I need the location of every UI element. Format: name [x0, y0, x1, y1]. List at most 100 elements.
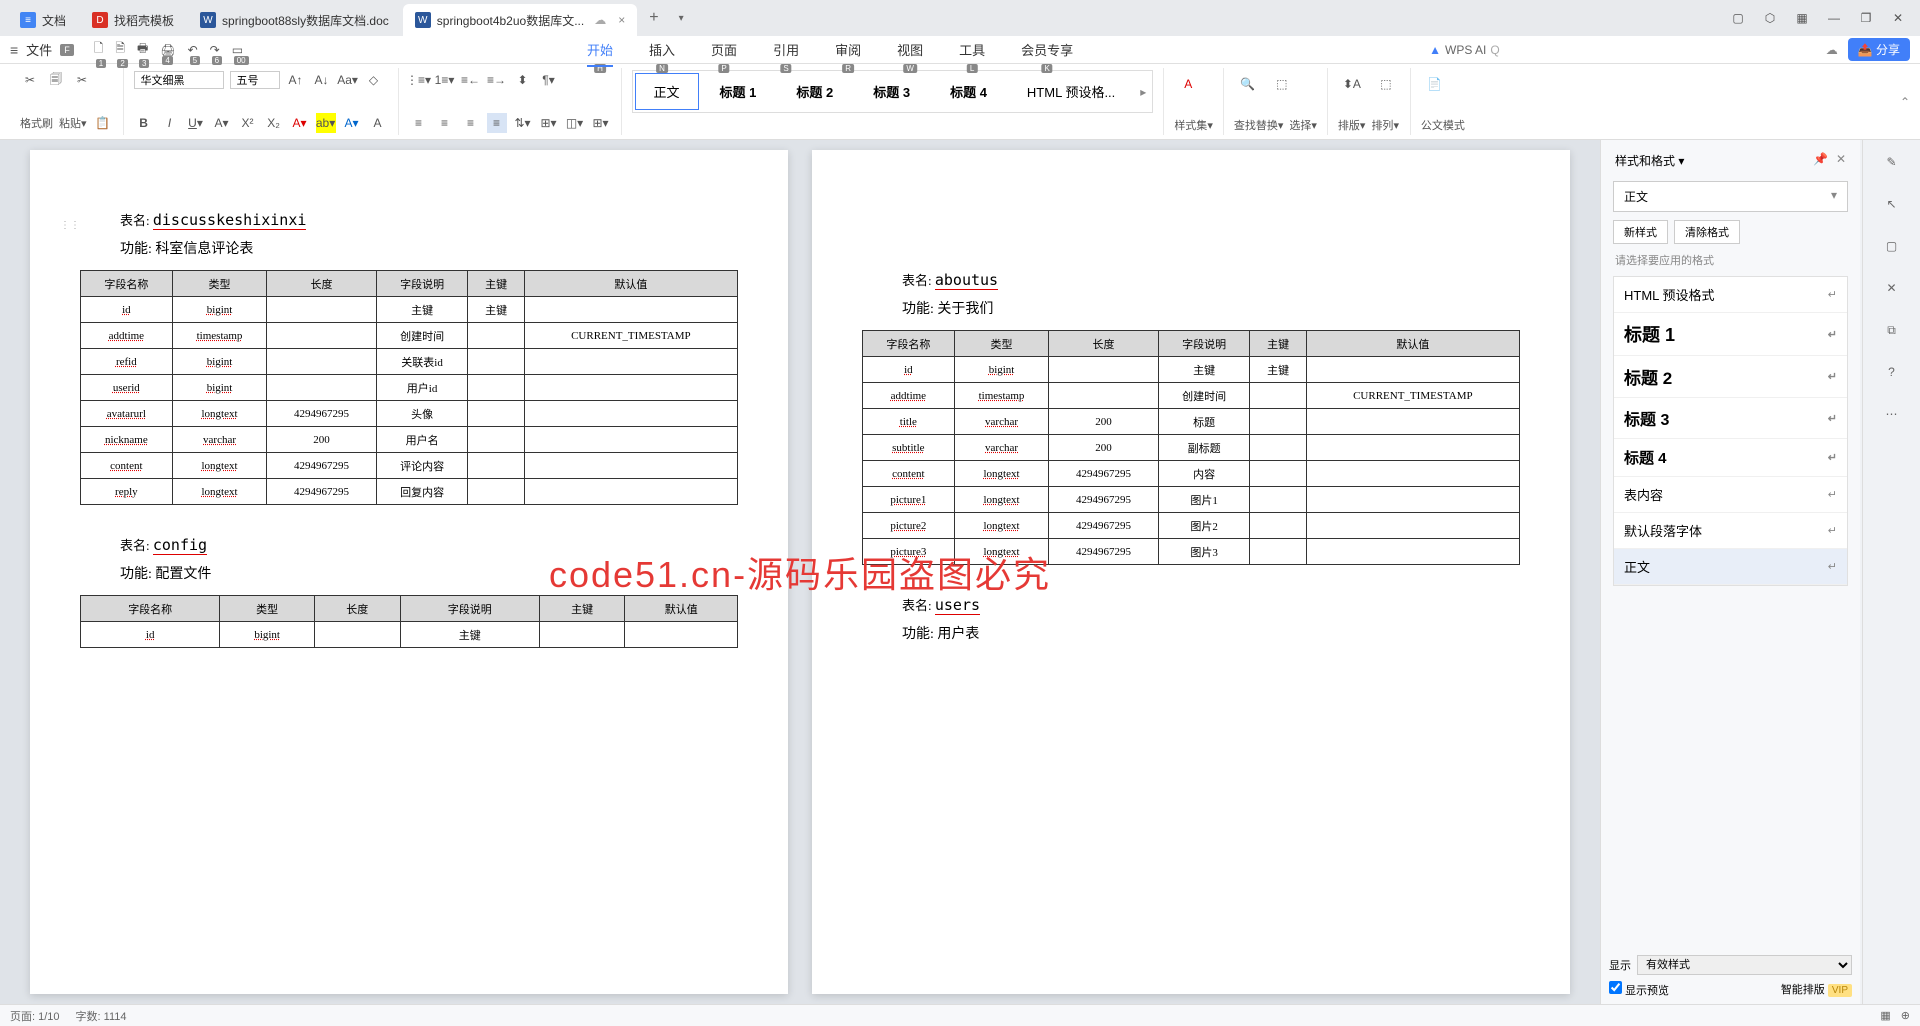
- status-words[interactable]: 字数: 1114: [76, 1008, 127, 1024]
- highlight-icon[interactable]: ab▾: [316, 113, 336, 133]
- tab-dropdown[interactable]: ▾: [669, 7, 694, 30]
- select-button[interactable]: 选择▾: [1289, 117, 1317, 133]
- style-item[interactable]: 标题 2↵: [1614, 356, 1847, 398]
- qa-icon-00[interactable]: ▭00: [232, 43, 243, 57]
- rt-help-icon[interactable]: ?: [1880, 360, 1904, 384]
- style-h3[interactable]: 标题 3: [854, 73, 929, 110]
- sort-layout-icon[interactable]: ⬍A: [1338, 70, 1366, 98]
- qa-icon-6[interactable]: ↷6: [210, 43, 220, 57]
- rt-layers-icon[interactable]: ⧉: [1880, 318, 1904, 342]
- style-item[interactable]: HTML 预设格式↵: [1614, 277, 1847, 313]
- rt-tool-icon[interactable]: ✕: [1880, 276, 1904, 300]
- style-normal[interactable]: 正文: [635, 73, 699, 110]
- rt-more-icon[interactable]: ⋯: [1880, 402, 1904, 426]
- qa-icon-5[interactable]: ↶5: [188, 43, 198, 57]
- gov-icon[interactable]: 📄: [1421, 70, 1449, 98]
- style-expand-icon[interactable]: ▸: [1136, 73, 1150, 110]
- font-name-select[interactable]: [134, 71, 224, 89]
- close-button[interactable]: ✕: [1884, 4, 1912, 32]
- minimize-button[interactable]: —: [1820, 4, 1848, 32]
- format-brush-button[interactable]: 格式刷: [20, 115, 53, 131]
- number-icon[interactable]: 1≡▾: [435, 70, 455, 90]
- bullet-icon[interactable]: ⋮≡▾: [409, 70, 429, 90]
- style-item[interactable]: 表内容↵: [1614, 477, 1847, 513]
- indent-inc-icon[interactable]: ≡→: [487, 70, 507, 90]
- change-case-icon[interactable]: Aa▾: [338, 70, 358, 90]
- bold-icon[interactable]: B: [134, 113, 154, 133]
- clear-format-icon[interactable]: ◇: [364, 70, 384, 90]
- menu-tab-review[interactable]: 审阅R: [817, 36, 879, 63]
- style-item[interactable]: 标题 1↵: [1614, 313, 1847, 356]
- rt-pen-icon[interactable]: ✎: [1880, 150, 1904, 174]
- cloud-sync-icon[interactable]: ☁: [1826, 43, 1838, 57]
- menu-tab-member[interactable]: 会员专享K: [1003, 36, 1091, 63]
- menu-tab-tools[interactable]: 工具L: [941, 36, 1003, 63]
- line-space-icon[interactable]: ⇅▾: [513, 113, 533, 133]
- hamburger-icon[interactable]: ≡: [10, 42, 18, 58]
- styleset-button[interactable]: 样式集▾: [1174, 117, 1213, 133]
- style-item[interactable]: 标题 3↵: [1614, 398, 1847, 439]
- clear-format-button[interactable]: 清除格式: [1674, 220, 1740, 244]
- sort-button[interactable]: 排版▾: [1338, 117, 1366, 133]
- preview-checkbox[interactable]: 显示预览: [1609, 981, 1669, 998]
- wc-icon1[interactable]: ▢: [1724, 4, 1752, 32]
- style-item[interactable]: 默认段落字体↵: [1614, 513, 1847, 549]
- file-menu[interactable]: 文件: [26, 40, 52, 59]
- menu-tab-insert[interactable]: 插入N: [631, 36, 693, 63]
- menu-tab-page[interactable]: 页面P: [693, 36, 755, 63]
- shading-icon[interactable]: ◫▾: [565, 113, 585, 133]
- sp-current-style[interactable]: 正文▾: [1613, 181, 1848, 212]
- color2-icon[interactable]: A▾: [342, 113, 362, 133]
- underline-icon[interactable]: U▾: [186, 113, 206, 133]
- find-icon[interactable]: 🔍: [1234, 70, 1262, 98]
- indent-dec-icon[interactable]: ≡←: [461, 70, 481, 90]
- wc-icon2[interactable]: ⬡: [1756, 4, 1784, 32]
- align-left-icon[interactable]: ≡: [409, 113, 429, 133]
- style-item[interactable]: 标题 4↵: [1614, 439, 1847, 477]
- show-select[interactable]: 有效样式: [1637, 955, 1852, 975]
- style-h2[interactable]: 标题 2: [777, 73, 852, 110]
- paste-opt-icon[interactable]: 📋: [93, 113, 113, 133]
- para-mark-icon[interactable]: ¶▾: [539, 70, 559, 90]
- gov-mode-button[interactable]: 公文模式: [1421, 117, 1465, 133]
- menu-tab-ref[interactable]: 引用S: [755, 36, 817, 63]
- share-button[interactable]: 📤 分享: [1848, 38, 1910, 61]
- select-icon[interactable]: ⬚: [1268, 70, 1296, 98]
- maximize-button[interactable]: ❐: [1852, 4, 1880, 32]
- font-size-select[interactable]: [230, 71, 280, 89]
- ribbon-collapse-icon[interactable]: ⌃: [1900, 68, 1910, 135]
- rt-cursor-icon[interactable]: ↖: [1880, 192, 1904, 216]
- wc-icon3[interactable]: ▦: [1788, 4, 1816, 32]
- align-justify-icon[interactable]: ≡: [487, 113, 507, 133]
- align-right-icon[interactable]: ≡: [461, 113, 481, 133]
- tab-template[interactable]: D找稻壳模板: [80, 4, 186, 36]
- panel-close-icon[interactable]: ✕: [1836, 152, 1846, 169]
- style-item[interactable]: 正文↵: [1614, 549, 1847, 585]
- style-h4[interactable]: 标题 4: [931, 73, 1006, 110]
- qa-icon-2[interactable]: 🗎2: [115, 39, 125, 60]
- tab-doc[interactable]: ≡文档: [8, 4, 78, 36]
- cut2-icon[interactable]: ✂: [72, 70, 92, 90]
- arrange-icon[interactable]: ⬚: [1372, 70, 1400, 98]
- styleset-icon[interactable]: A: [1174, 70, 1202, 98]
- find-replace-button[interactable]: 查找替换▾: [1234, 117, 1284, 133]
- menu-tab-view[interactable]: 视图W: [879, 36, 941, 63]
- font-color-icon[interactable]: A▾: [290, 113, 310, 133]
- super-icon[interactable]: X²: [238, 113, 258, 133]
- copy-icon[interactable]: 🗐: [46, 70, 66, 90]
- border-icon[interactable]: ⊞▾: [591, 113, 611, 133]
- tab-file2-active[interactable]: Wspringboot4b2uo数据库文...☁×: [403, 4, 637, 36]
- arrange-button[interactable]: 排列▾: [1371, 117, 1399, 133]
- tab-file1[interactable]: Wspringboot88sly数据库文档.doc: [188, 4, 401, 36]
- align-center-icon[interactable]: ≡: [435, 113, 455, 133]
- increase-font-icon[interactable]: A↑: [286, 70, 306, 90]
- sub-icon[interactable]: X₂: [264, 113, 284, 133]
- status-page[interactable]: 页面: 1/10: [10, 1008, 60, 1024]
- rt-shape-icon[interactable]: ▢: [1880, 234, 1904, 258]
- italic-icon[interactable]: I: [160, 113, 180, 133]
- strike-icon[interactable]: A▾: [212, 113, 232, 133]
- paste-button[interactable]: 粘贴▾: [59, 115, 87, 131]
- decrease-font-icon[interactable]: A↓: [312, 70, 332, 90]
- wps-ai-button[interactable]: ▲WPS AI Q: [1429, 43, 1500, 57]
- sort-icon[interactable]: ⬍: [513, 70, 533, 90]
